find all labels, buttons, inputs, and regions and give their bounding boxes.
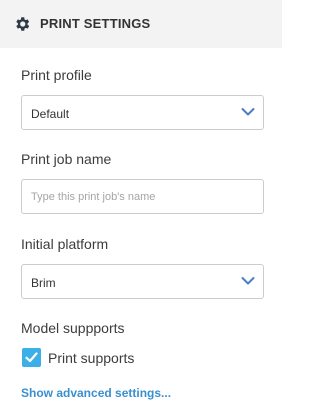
print-supports-checkbox[interactable] — [22, 348, 41, 367]
print-profile-select[interactable]: Default — [21, 95, 264, 130]
panel-header: PRINT SETTINGS — [0, 0, 282, 48]
initial-platform-label: Initial platform — [21, 236, 109, 252]
chevron-down-icon — [241, 277, 255, 285]
show-advanced-settings-link[interactable]: Show advanced settings... — [21, 386, 171, 400]
print-profile-label: Print profile — [21, 67, 92, 83]
initial-platform-value: Brim — [31, 276, 56, 290]
print-supports-label[interactable]: Print supports — [48, 350, 134, 366]
model-supports-label: Model suppports — [21, 320, 125, 336]
gear-icon — [16, 17, 30, 31]
print-job-name-label: Print job name — [21, 151, 112, 167]
checkmark-icon — [25, 352, 38, 363]
initial-platform-select[interactable]: Brim — [21, 264, 264, 299]
print-job-name-input[interactable] — [21, 179, 264, 214]
chevron-down-icon — [241, 108, 255, 116]
panel-title: PRINT SETTINGS — [40, 16, 151, 31]
print-profile-value: Default — [31, 107, 70, 121]
